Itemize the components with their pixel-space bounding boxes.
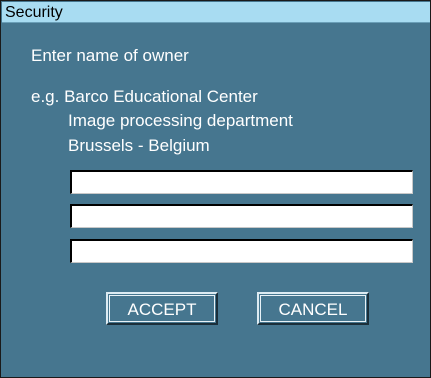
cancel-button-label: CANCEL bbox=[260, 295, 366, 322]
dialog-titlebar[interactable]: Security bbox=[2, 2, 430, 23]
owner-name-field-3[interactable] bbox=[70, 239, 413, 263]
example-line-1: e.g. Barco Educational Center bbox=[31, 87, 258, 106]
dialog-title: Security bbox=[5, 4, 63, 21]
accept-button[interactable]: ACCEPT bbox=[106, 292, 218, 325]
accept-button-label: ACCEPT bbox=[109, 295, 215, 322]
cancel-button[interactable]: CANCEL bbox=[257, 292, 369, 325]
example-line-2: Image processing department bbox=[68, 111, 293, 130]
owner-name-field-2[interactable] bbox=[70, 204, 413, 228]
owner-prompt: Enter name of owner bbox=[31, 46, 189, 65]
example-line-3: Brussels - Belgium bbox=[68, 136, 210, 155]
security-dialog: Security Enter name of owner e.g. Barco … bbox=[0, 0, 431, 378]
owner-name-field-1[interactable] bbox=[70, 170, 413, 194]
